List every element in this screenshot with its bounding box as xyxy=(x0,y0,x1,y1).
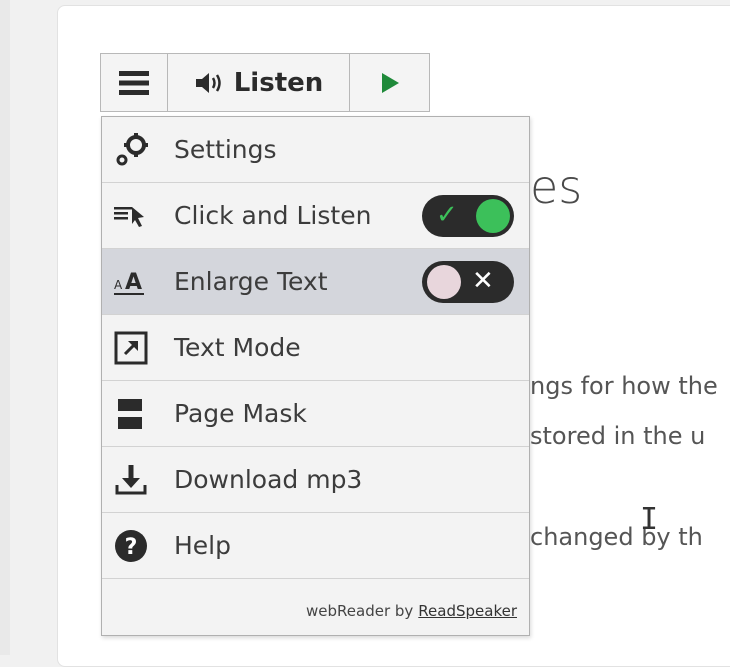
svg-text:A: A xyxy=(114,278,123,292)
check-icon: ✓ xyxy=(436,200,458,230)
text-cursor-icon: I xyxy=(640,502,659,537)
menu-item-label: Download mp3 xyxy=(174,465,363,494)
menu-item-help[interactable]: ? Help xyxy=(102,513,529,579)
enlarge-text-icon: A A xyxy=(114,270,144,295)
readspeaker-toolbar: Listen xyxy=(100,53,430,112)
play-icon xyxy=(381,72,399,93)
footer-prefix: webReader by xyxy=(306,602,414,620)
menu-item-click-and-listen[interactable]: Click and Listen ✓ xyxy=(102,183,529,249)
menu-footer: webReader by ReadSpeaker xyxy=(102,587,529,635)
menu-item-label: Page Mask xyxy=(174,399,307,428)
menu-item-label: Settings xyxy=(174,135,277,164)
speaker-icon xyxy=(195,72,221,93)
toggle-knob xyxy=(427,265,461,299)
menu-item-download-mp3[interactable]: Download mp3 xyxy=(102,447,529,513)
enlarge-text-toggle[interactable]: ✕ xyxy=(422,261,514,303)
help-icon: ? xyxy=(115,530,147,562)
page-mask-icon xyxy=(118,399,142,429)
page-heading-fragment: es xyxy=(530,160,583,214)
download-icon xyxy=(115,465,147,495)
menu-item-settings[interactable]: Settings xyxy=(102,117,529,183)
click-listen-icon xyxy=(114,207,144,227)
menu-item-enlarge-text[interactable]: A A Enlarge Text ✕ xyxy=(102,249,529,315)
menu-item-label: Text Mode xyxy=(174,333,301,362)
menu-item-text-mode[interactable]: Text Mode xyxy=(102,315,529,381)
svg-text:A: A xyxy=(125,270,142,295)
toggle-knob xyxy=(476,199,510,233)
svg-text:?: ? xyxy=(125,535,138,560)
page-text-line: ngs for how the xyxy=(530,372,718,400)
menu-item-label: Help xyxy=(174,531,231,560)
page-text-line: stored in the u xyxy=(530,422,706,450)
readspeaker-link[interactable]: ReadSpeaker xyxy=(418,602,517,620)
menu-item-label: Enlarge Text xyxy=(174,267,328,296)
toolbar-dropdown-menu: Settings Click and Listen ✓ A A Enlarge … xyxy=(101,116,530,636)
menu-item-page-mask[interactable]: Page Mask xyxy=(102,381,529,447)
close-icon: ✕ xyxy=(472,266,494,296)
left-edge-panel xyxy=(0,0,10,655)
listen-label: Listen xyxy=(233,67,324,98)
gears-icon xyxy=(116,133,148,166)
listen-button[interactable]: Listen xyxy=(168,54,350,111)
play-button[interactable] xyxy=(350,54,429,111)
page-text-line: changed by th xyxy=(530,523,703,551)
menu-button[interactable] xyxy=(101,54,168,111)
hamburger-icon xyxy=(119,70,149,95)
text-mode-icon xyxy=(114,331,148,365)
menu-item-label: Click and Listen xyxy=(174,201,372,230)
click-and-listen-toggle[interactable]: ✓ xyxy=(422,195,514,237)
